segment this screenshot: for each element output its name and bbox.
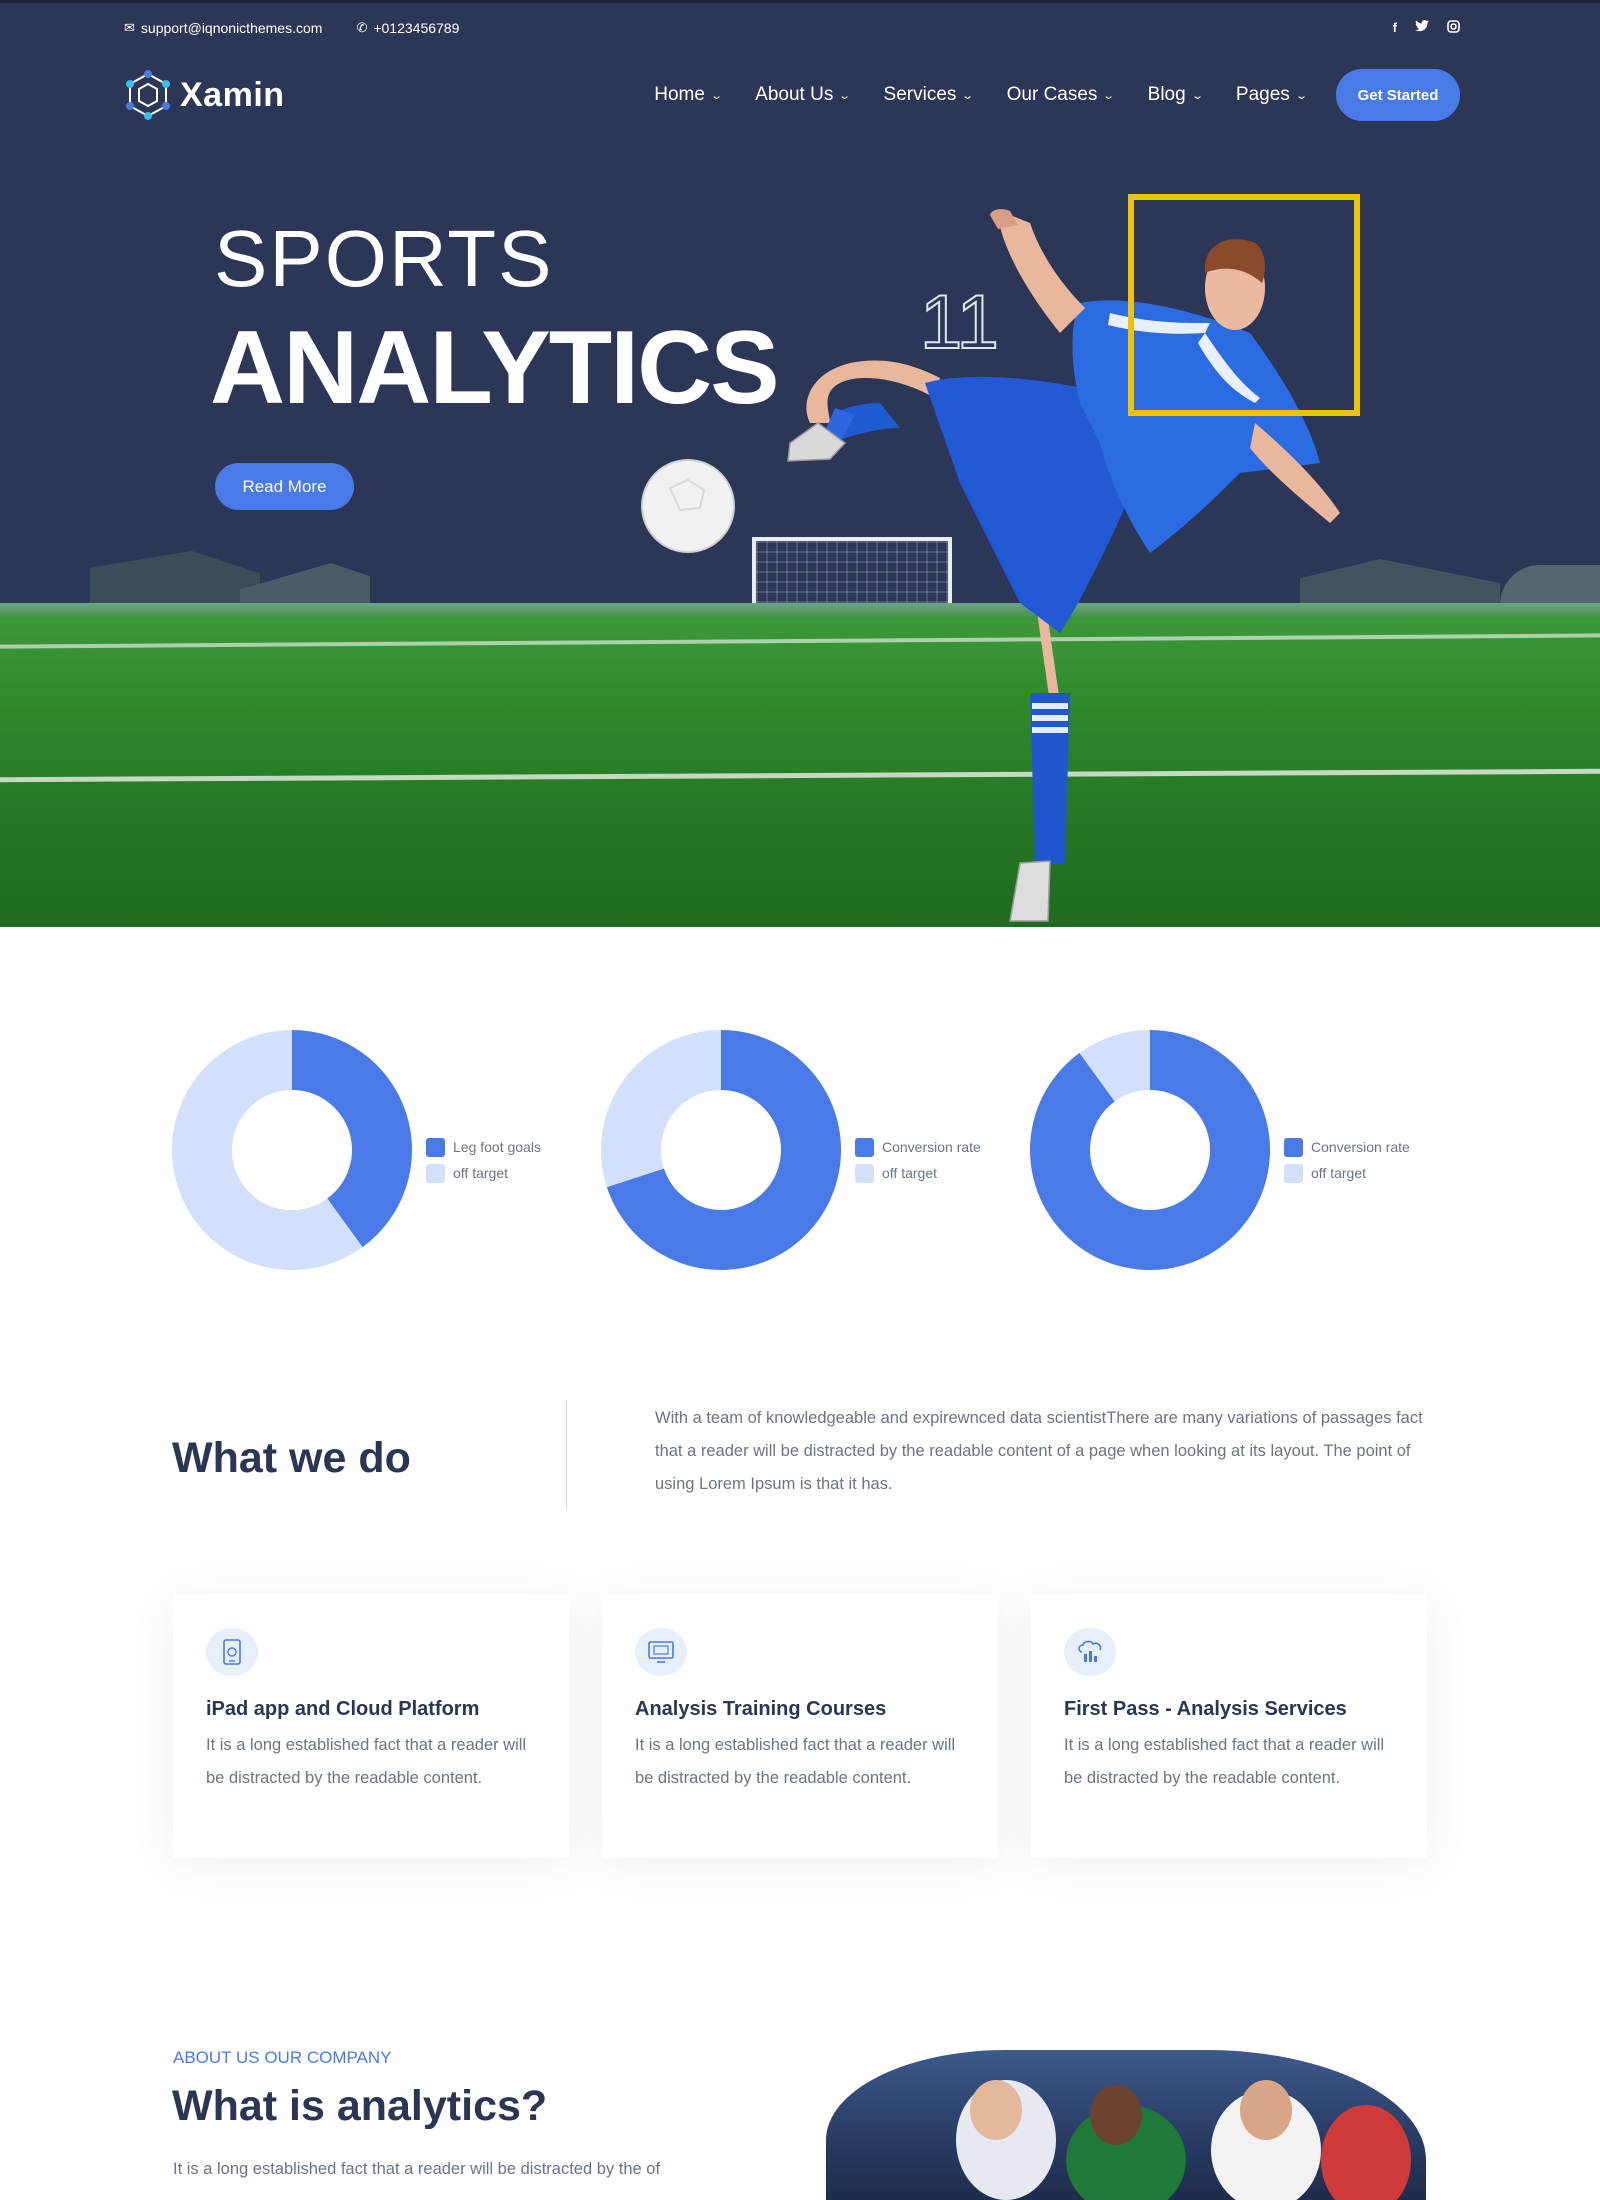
nav-item-home[interactable]: Home ⌄ (654, 84, 724, 106)
nav-label: Blog (1147, 84, 1186, 105)
about-title: What is analytics? (172, 2082, 548, 2130)
chart-legend: Conversion rate off target (1284, 1134, 1410, 1186)
legend-item: off target (1284, 1160, 1410, 1186)
about-team-photo (826, 2050, 1426, 2200)
legend-item: off target (855, 1160, 981, 1186)
hero-title-analytics: ANALYTICS (210, 310, 780, 426)
donut-chart-1: Leg foot goals off target (172, 1030, 592, 1280)
card-title: Analysis Training Courses (635, 1698, 887, 1720)
what-we-do-text: With a team of knowledgeable and expirew… (655, 1409, 1423, 1493)
card-text: It is a long established fact that a rea… (635, 1736, 956, 1787)
monitor-icon (635, 1628, 687, 1676)
legend-item: Conversion rate (1284, 1134, 1410, 1160)
nav-label: About Us (755, 84, 834, 105)
players-image (956, 2080, 1411, 2200)
nav-label: Home (654, 84, 705, 105)
legend-label: Conversion rate (882, 1139, 981, 1155)
social-links: f (1393, 20, 1460, 36)
phone-icon: ✆ (356, 20, 368, 35)
nav-label: Services (883, 84, 957, 105)
nav-menu: Home ⌄ About Us ⌄ Services ⌄ Our Cases ⌄ Blo… (654, 69, 1460, 121)
service-card[interactable]: iPad app and Cloud Platform It is a long… (173, 1594, 569, 1858)
hero-section: 11 ✉ support@iqnonicthemes.com ✆ +012345… (0, 0, 1600, 927)
donut-chart-2: Conversion rate off target (601, 1030, 1021, 1280)
donut-svg (601, 1030, 841, 1270)
top-info-bar: ✉ support@iqnonicthemes.com ✆ +012345678… (124, 17, 1460, 39)
instagram-icon[interactable] (1447, 20, 1460, 36)
legend-item: Leg foot goals (426, 1134, 541, 1160)
donut-chart-3: Conversion rate off target (1030, 1030, 1450, 1280)
legend-swatch (855, 1163, 874, 1183)
nav-item-services[interactable]: Services ⌄ (883, 84, 975, 106)
hexagon-network-icon (126, 70, 170, 120)
jersey-number: 11 (920, 280, 999, 365)
chevron-down-icon: ⌄ (1190, 89, 1204, 102)
chevron-down-icon: ⌄ (710, 89, 724, 102)
chevron-down-icon: ⌄ (1102, 89, 1116, 102)
chevron-down-icon: ⌄ (961, 89, 975, 102)
legend-label: Leg foot goals (453, 1139, 541, 1155)
hero-title-sports: SPORTS (214, 214, 554, 303)
chart-legend: Conversion rate off target (855, 1134, 981, 1186)
logo-text: Xamin (180, 75, 285, 114)
nav-item-pages[interactable]: Pages ⌄ (1235, 84, 1308, 106)
read-more-button[interactable]: Read More (215, 463, 354, 510)
twitter-icon[interactable] (1415, 20, 1429, 36)
phone-contact[interactable]: ✆ +0123456789 (356, 20, 459, 36)
soccer-ball-icon (641, 459, 735, 553)
legend-swatch (855, 1137, 874, 1157)
facebook-icon[interactable]: f (1393, 20, 1397, 36)
legend-label: off target (1311, 1165, 1367, 1181)
about-tag: ABOUT US OUR COMPANY (173, 2048, 392, 2067)
service-card[interactable]: First Pass - Analysis Services It is a l… (1031, 1594, 1427, 1858)
legend-swatch (426, 1163, 445, 1183)
legend-label: Conversion rate (1311, 1139, 1410, 1155)
email-contact[interactable]: ✉ support@iqnonicthemes.com (124, 20, 322, 36)
about-text: It is a long established fact that a rea… (173, 2160, 661, 2178)
main-navbar: Xamin Home ⌄ About Us ⌄ Services ⌄ Our Case… (124, 69, 1460, 121)
phone-text: +0123456789 (373, 20, 460, 36)
nav-label: Our Cases (1006, 84, 1098, 105)
brand-logo[interactable]: Xamin (124, 70, 285, 120)
legend-label: off target (453, 1165, 509, 1181)
service-card[interactable]: Analysis Training Courses It is a long e… (602, 1594, 998, 1858)
envelope-icon: ✉ (124, 20, 135, 35)
nav-item-about-us[interactable]: About Us ⌄ (755, 84, 852, 106)
nav-item-blog[interactable]: Blog ⌄ (1147, 84, 1204, 106)
email-text: support@iqnonicthemes.com (140, 20, 323, 36)
legend-label: off target (882, 1165, 938, 1181)
donut-slice-off-target (601, 1030, 721, 1188)
legend-swatch (1284, 1137, 1303, 1157)
stats-charts-section: Leg foot goals off target Conversion rat… (0, 1030, 1600, 1280)
legend-swatch (1284, 1163, 1303, 1183)
cloud-chart-icon (1064, 1628, 1116, 1676)
divider (566, 1400, 567, 1510)
card-title: First Pass - Analysis Services (1064, 1698, 1347, 1720)
tablet-icon (206, 1628, 258, 1676)
donut-svg (1030, 1030, 1270, 1270)
legend-item: off target (426, 1160, 541, 1186)
chevron-down-icon: ⌄ (1294, 89, 1308, 102)
card-text: It is a long established fact that a rea… (1064, 1736, 1385, 1787)
card-text: It is a long established fact that a rea… (206, 1736, 527, 1787)
nav-label: Pages (1235, 84, 1290, 105)
what-we-do-title: What we do (172, 1434, 411, 1482)
legend-swatch (426, 1137, 445, 1157)
legend-item: Conversion rate (855, 1134, 981, 1160)
services-cards: iPad app and Cloud Platform It is a long… (173, 1594, 1427, 1858)
chart-legend: Leg foot goals off target (426, 1134, 541, 1186)
chevron-down-icon: ⌄ (838, 89, 852, 102)
donut-svg (172, 1030, 413, 1270)
get-started-button[interactable]: Get Started (1336, 69, 1460, 121)
nav-item-our-cases[interactable]: Our Cases ⌄ (1006, 84, 1116, 106)
card-title: iPad app and Cloud Platform (206, 1698, 480, 1720)
